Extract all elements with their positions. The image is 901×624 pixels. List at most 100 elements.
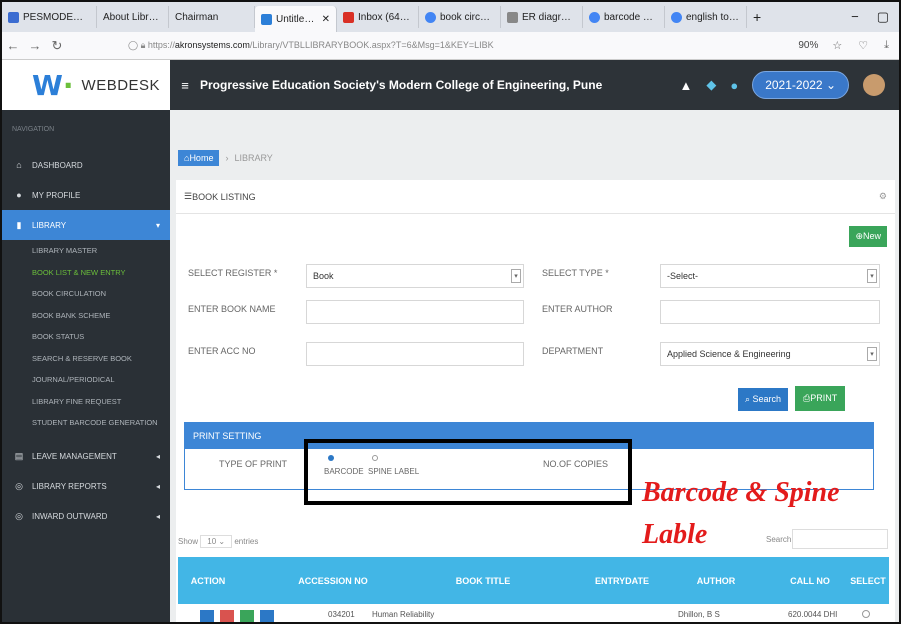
academic-year-select[interactable]: 2021-2022 ⌄ <box>752 71 849 99</box>
view-icon[interactable] <box>240 610 254 622</box>
browser-tab-english[interactable]: english to mar <box>665 6 747 28</box>
zoom-level[interactable]: 90% <box>798 40 818 51</box>
back-arrow-icon[interactable]: ← <box>2 38 24 53</box>
column-header-action[interactable]: ACTION <box>178 557 238 604</box>
sidebar-sub-book-bank-scheme[interactable]: BOOK BANK SCHEME <box>2 305 170 327</box>
toolbar-icons: ☆ ♡ ⤓ <box>832 39 889 52</box>
select-register-select[interactable]: Book ▾ <box>306 264 524 288</box>
acc-no-input[interactable] <box>306 342 524 366</box>
header-icons: ▲ ◆ ● 2021-2022 ⌄ <box>679 71 899 99</box>
new-button[interactable]: ⊕New <box>849 226 887 247</box>
browser-tab-book-circulation[interactable]: book circulatio <box>419 6 501 28</box>
pocket-icon[interactable]: ♡ <box>858 39 868 52</box>
browser-tab-barcode[interactable]: barcode printi <box>583 6 665 28</box>
entries-label: entries <box>234 537 259 546</box>
chevron-down-icon: ▾ <box>155 220 160 230</box>
column-header-book-title[interactable]: BOOK TITLE <box>438 557 528 604</box>
entries-select[interactable]: 10 ⌄ <box>200 535 233 548</box>
forward-arrow-icon[interactable]: → <box>24 38 46 53</box>
app-icon[interactable]: ◆ <box>706 77 716 93</box>
upload-icon[interactable]: ▲ <box>679 78 692 93</box>
print-row-icon[interactable] <box>260 610 274 622</box>
chevron-right-icon: ◂ <box>155 512 160 521</box>
search-button[interactable]: ⌕ Search <box>738 388 789 411</box>
column-header-select[interactable]: SELECT <box>848 557 888 604</box>
sidebar-sub-student-barcode-generation[interactable]: STUDENT BARCODE GENERATION <box>2 412 170 434</box>
download-icon[interactable]: ⤓ <box>884 39 889 52</box>
sidebar-item-label: INWARD OUTWARD <box>32 512 108 521</box>
sidebar-nav-label: NAVIGATION <box>12 126 55 133</box>
sidebar-sub-library-fine-request[interactable]: LIBRARY FINE REQUEST <box>2 391 170 413</box>
google-icon <box>425 11 436 23</box>
browser-tab-about-library[interactable]: About Library <box>97 6 169 28</box>
browser-tab-chairman[interactable]: Chairman <box>169 6 255 28</box>
url-path: /Library/VTBLLIBRARYBOOK.aspx?T=6&Msg=1&… <box>249 40 494 50</box>
book-title-cell: Human Reliability <box>372 610 435 619</box>
gear-icon[interactable]: ⚙ <box>879 191 887 202</box>
book-icon: ▮ <box>16 219 22 230</box>
sidebar: NAVIGATION ⌂ DASHBOARD ● MY PROFILE ▮ LIBRA… <box>2 110 170 622</box>
column-header-accession-no[interactable]: ACCESSION NO <box>298 557 368 604</box>
select-type-select[interactable]: -Select- ▾ <box>660 264 880 288</box>
column-header-author[interactable]: AUTHOR <box>684 557 748 604</box>
accession-no-cell: 034201 <box>328 610 355 619</box>
print-button[interactable]: ⎙PRINT <box>795 386 846 411</box>
column-header-entrydate[interactable]: ENTRYDATE <box>590 557 654 604</box>
college-name: Progressive Education Society's Modern C… <box>200 78 603 92</box>
book-name-input[interactable] <box>306 300 524 324</box>
annotation-highlight-box <box>304 439 632 505</box>
author-input[interactable] <box>660 300 880 324</box>
chevron-down-icon: ▾ <box>511 269 521 283</box>
sidebar-sub-journal-periodical[interactable]: JOURNAL/PERIODICAL <box>2 369 170 391</box>
sidebar-item-library-reports[interactable]: ◎ LIBRARY REPORTS ◂ <box>2 472 170 502</box>
webdesk-logo-icon: W· <box>32 68 74 102</box>
breadcrumb-separator-icon: › <box>225 153 229 163</box>
sidebar-item-dashboard[interactable]: ⌂ DASHBOARD <box>2 150 170 180</box>
book-name-label: ENTER BOOK NAME <box>188 304 276 314</box>
minimize-icon[interactable]: − <box>851 9 859 25</box>
show-label: Show <box>178 537 199 546</box>
column-header-call-no[interactable]: CALL NO <box>778 557 842 604</box>
maximize-icon[interactable]: ▢ <box>877 9 889 25</box>
bookmark-star-icon[interactable]: ☆ <box>832 39 842 52</box>
new-tab-button[interactable]: + <box>747 6 767 28</box>
app-header: ≡ Progressive Education Society's Modern… <box>170 60 899 110</box>
chevron-down-icon: ⌄ <box>825 78 836 92</box>
browser-tab-untitled-page[interactable]: Untitled Page✕ <box>255 6 337 32</box>
browser-tab-inbox[interactable]: Inbox (64) - su <box>337 6 419 28</box>
breadcrumb-home[interactable]: ⌂Home <box>178 150 220 166</box>
browser-tab-bar: PESMODERNCO About Library Chairman Untit… <box>2 2 899 32</box>
edit-icon[interactable] <box>200 610 214 622</box>
url-prefix: https:// <box>147 40 175 50</box>
sidebar-item-inward-outward[interactable]: ◎ INWARD OUTWARD ◂ <box>2 502 170 532</box>
sidebar-sub-library-master[interactable]: LIBRARY MASTER <box>2 240 170 262</box>
site-icon <box>507 11 518 23</box>
sidebar-sub-search-reserve-book[interactable]: SEARCH & RESERVE BOOK <box>2 348 170 370</box>
google-icon <box>671 11 682 23</box>
sidebar-item-label: DASHBOARD <box>32 160 83 170</box>
sidebar-item-library[interactable]: ▮ LIBRARY ▾ <box>2 210 170 240</box>
browser-tab-er-diagram[interactable]: ER diagram of <box>501 6 583 28</box>
user-avatar[interactable] <box>863 74 885 96</box>
leave-icon: ▤ <box>14 451 24 461</box>
sidebar-sub-book-status[interactable]: BOOK STATUS <box>2 326 170 348</box>
sidebar-sub-book-list-new-entry[interactable]: BOOK LIST & NEW ENTRY <box>2 262 170 284</box>
inward-icon: ◎ <box>15 511 23 521</box>
sidebar-item-my-profile[interactable]: ● MY PROFILE <box>2 180 170 210</box>
menu-toggle-icon[interactable]: ≡ <box>170 78 200 93</box>
select-row-radio[interactable] <box>862 610 870 618</box>
sidebar-item-leave-management[interactable]: ▤ LEAVE MANAGEMENT ◂ <box>2 442 170 472</box>
department-select[interactable]: Applied Science & Engineering ▾ <box>660 342 880 366</box>
browser-tab-pesmodern[interactable]: PESMODERNCO <box>2 6 97 28</box>
sidebar-sub-book-circulation[interactable]: BOOK CIRCULATION <box>2 283 170 305</box>
gmail-icon <box>343 11 354 23</box>
reload-icon[interactable]: ↻ <box>46 38 68 54</box>
url-field[interactable]: ◯ 🔒︎ https://akronsystems.com/Library/VT… <box>128 40 494 51</box>
thumbs-up-icon[interactable]: ● <box>730 78 738 93</box>
panel-title: ☰ BOOK LISTING ⚙ <box>176 180 895 214</box>
logo[interactable]: W· WEBDESK <box>2 60 170 110</box>
delete-icon[interactable] <box>220 610 234 622</box>
entries-select-value: 10 <box>207 537 217 546</box>
sidebar-item-label: LIBRARY <box>32 220 67 230</box>
close-tab-icon[interactable]: ✕ <box>322 14 330 25</box>
